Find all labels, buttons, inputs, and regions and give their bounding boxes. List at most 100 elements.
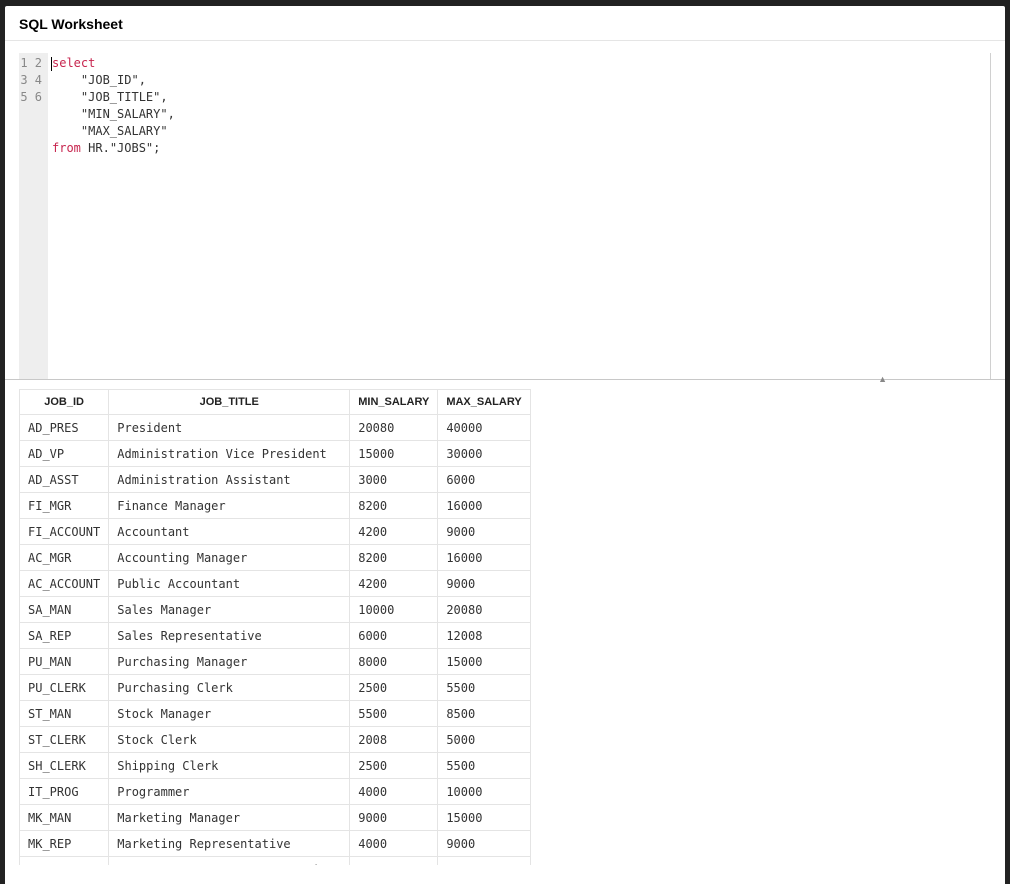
table-row[interactable]: ST_MANStock Manager55008500	[20, 701, 531, 727]
column-header-job_id[interactable]: JOB_ID	[20, 390, 109, 415]
table-cell: 8000	[350, 649, 438, 675]
results-body: AD_PRESPresident2008040000AD_VPAdministr…	[20, 415, 531, 866]
table-cell: SA_REP	[20, 623, 109, 649]
table-cell: Finance Manager	[109, 493, 350, 519]
table-cell: ST_MAN	[20, 701, 109, 727]
table-cell: Sales Manager	[109, 597, 350, 623]
table-cell: 8500	[438, 701, 530, 727]
table-row[interactable]: PU_MANPurchasing Manager800015000	[20, 649, 531, 675]
table-cell: 4000	[350, 857, 438, 866]
table-cell: SH_CLERK	[20, 753, 109, 779]
table-cell: 16000	[438, 545, 530, 571]
table-row[interactable]: MK_MANMarketing Manager900015000	[20, 805, 531, 831]
sql-editor[interactable]: 1 2 3 4 5 6 select "JOB_ID", "JOB_TITLE"…	[5, 53, 1005, 379]
table-cell: 15000	[438, 649, 530, 675]
table-cell: 16000	[438, 493, 530, 519]
table-cell: Programmer	[109, 779, 350, 805]
table-cell: Marketing Representative	[109, 831, 350, 857]
table-cell: 9000	[438, 571, 530, 597]
table-cell: SA_MAN	[20, 597, 109, 623]
table-row[interactable]: FI_ACCOUNTAccountant42009000	[20, 519, 531, 545]
panel-header: SQL Worksheet	[5, 6, 1005, 40]
table-cell: 8200	[350, 545, 438, 571]
table-cell: 8200	[350, 493, 438, 519]
table-row[interactable]: AD_PRESPresident2008040000	[20, 415, 531, 441]
table-cell: Accounting Manager	[109, 545, 350, 571]
table-cell: Accountant	[109, 519, 350, 545]
table-cell: Administration Assistant	[109, 467, 350, 493]
table-cell: PU_MAN	[20, 649, 109, 675]
table-cell: 9000	[438, 831, 530, 857]
table-cell: Sales Representative	[109, 623, 350, 649]
splitter[interactable]: ▲	[5, 379, 1005, 385]
results-pane[interactable]: JOB_IDJOB_TITLEMIN_SALARYMAX_SALARY AD_P…	[5, 385, 1005, 865]
table-cell: 4200	[350, 571, 438, 597]
table-cell: 4000	[350, 831, 438, 857]
table-row[interactable]: FI_MGRFinance Manager820016000	[20, 493, 531, 519]
column-header-max_salary[interactable]: MAX_SALARY	[438, 390, 530, 415]
app-frame: SQL Worksheet 1 2 3 4 5 6 select "JOB_ID…	[0, 0, 1010, 884]
table-cell: 40000	[438, 415, 530, 441]
table-cell: 6000	[350, 623, 438, 649]
header-divider	[5, 40, 1005, 41]
table-cell: 12008	[438, 623, 530, 649]
table-cell: Public Accountant	[109, 571, 350, 597]
table-cell: Stock Clerk	[109, 727, 350, 753]
table-cell: AD_ASST	[20, 467, 109, 493]
table-cell: Administration Vice President	[109, 441, 350, 467]
table-cell: AD_PRES	[20, 415, 109, 441]
table-cell: 9000	[350, 805, 438, 831]
table-row[interactable]: AD_ASSTAdministration Assistant30006000	[20, 467, 531, 493]
table-cell: Marketing Manager	[109, 805, 350, 831]
table-row[interactable]: IT_PROGProgrammer400010000	[20, 779, 531, 805]
table-cell: IT_PROG	[20, 779, 109, 805]
table-cell: 4200	[350, 519, 438, 545]
table-row[interactable]: SA_REPSales Representative600012008	[20, 623, 531, 649]
table-row[interactable]: AD_VPAdministration Vice President150003…	[20, 441, 531, 467]
table-cell: AC_ACCOUNT	[20, 571, 109, 597]
table-row[interactable]: SA_MANSales Manager1000020080	[20, 597, 531, 623]
table-cell: Shipping Clerk	[109, 753, 350, 779]
table-cell: 2500	[350, 753, 438, 779]
table-cell: 5000	[438, 727, 530, 753]
table-cell: MK_REP	[20, 831, 109, 857]
table-cell: 15000	[350, 441, 438, 467]
table-cell: 10000	[438, 779, 530, 805]
table-cell: ST_CLERK	[20, 727, 109, 753]
table-cell: 2008	[350, 727, 438, 753]
table-cell: FI_MGR	[20, 493, 109, 519]
table-cell: Purchasing Manager	[109, 649, 350, 675]
table-cell: 5500	[438, 753, 530, 779]
column-header-min_salary[interactable]: MIN_SALARY	[350, 390, 438, 415]
results-table[interactable]: JOB_IDJOB_TITLEMIN_SALARYMAX_SALARY AD_P…	[19, 389, 531, 865]
table-cell: AD_VP	[20, 441, 109, 467]
table-cell: 15000	[438, 805, 530, 831]
table-cell: 5500	[438, 675, 530, 701]
table-cell: Purchasing Clerk	[109, 675, 350, 701]
panel-title: SQL Worksheet	[19, 16, 991, 32]
splitter-handle-icon[interactable]: ▲	[878, 374, 885, 384]
table-row[interactable]: HR_REPHuman Resources Representative4000…	[20, 857, 531, 866]
table-cell: 6000	[438, 467, 530, 493]
table-cell: 9000	[438, 857, 530, 866]
table-row[interactable]: AC_ACCOUNTPublic Accountant42009000	[20, 571, 531, 597]
sql-worksheet-panel: SQL Worksheet 1 2 3 4 5 6 select "JOB_ID…	[5, 6, 1005, 884]
table-row[interactable]: SH_CLERKShipping Clerk25005500	[20, 753, 531, 779]
table-cell: Human Resources Representative	[109, 857, 350, 866]
table-row[interactable]: PU_CLERKPurchasing Clerk25005500	[20, 675, 531, 701]
table-cell: 2500	[350, 675, 438, 701]
table-cell: HR_REP	[20, 857, 109, 866]
table-cell: MK_MAN	[20, 805, 109, 831]
table-cell: 4000	[350, 779, 438, 805]
table-row[interactable]: AC_MGRAccounting Manager820016000	[20, 545, 531, 571]
results-header-row: JOB_IDJOB_TITLEMIN_SALARYMAX_SALARY	[20, 390, 531, 415]
line-number-gutter: 1 2 3 4 5 6	[19, 53, 48, 379]
table-cell: 5500	[350, 701, 438, 727]
table-row[interactable]: ST_CLERKStock Clerk20085000	[20, 727, 531, 753]
table-row[interactable]: MK_REPMarketing Representative40009000	[20, 831, 531, 857]
table-cell: President	[109, 415, 350, 441]
table-cell: 30000	[438, 441, 530, 467]
table-cell: 9000	[438, 519, 530, 545]
sql-code-area[interactable]: select "JOB_ID", "JOB_TITLE", "MIN_SALAR…	[48, 53, 991, 379]
column-header-job_title[interactable]: JOB_TITLE	[109, 390, 350, 415]
